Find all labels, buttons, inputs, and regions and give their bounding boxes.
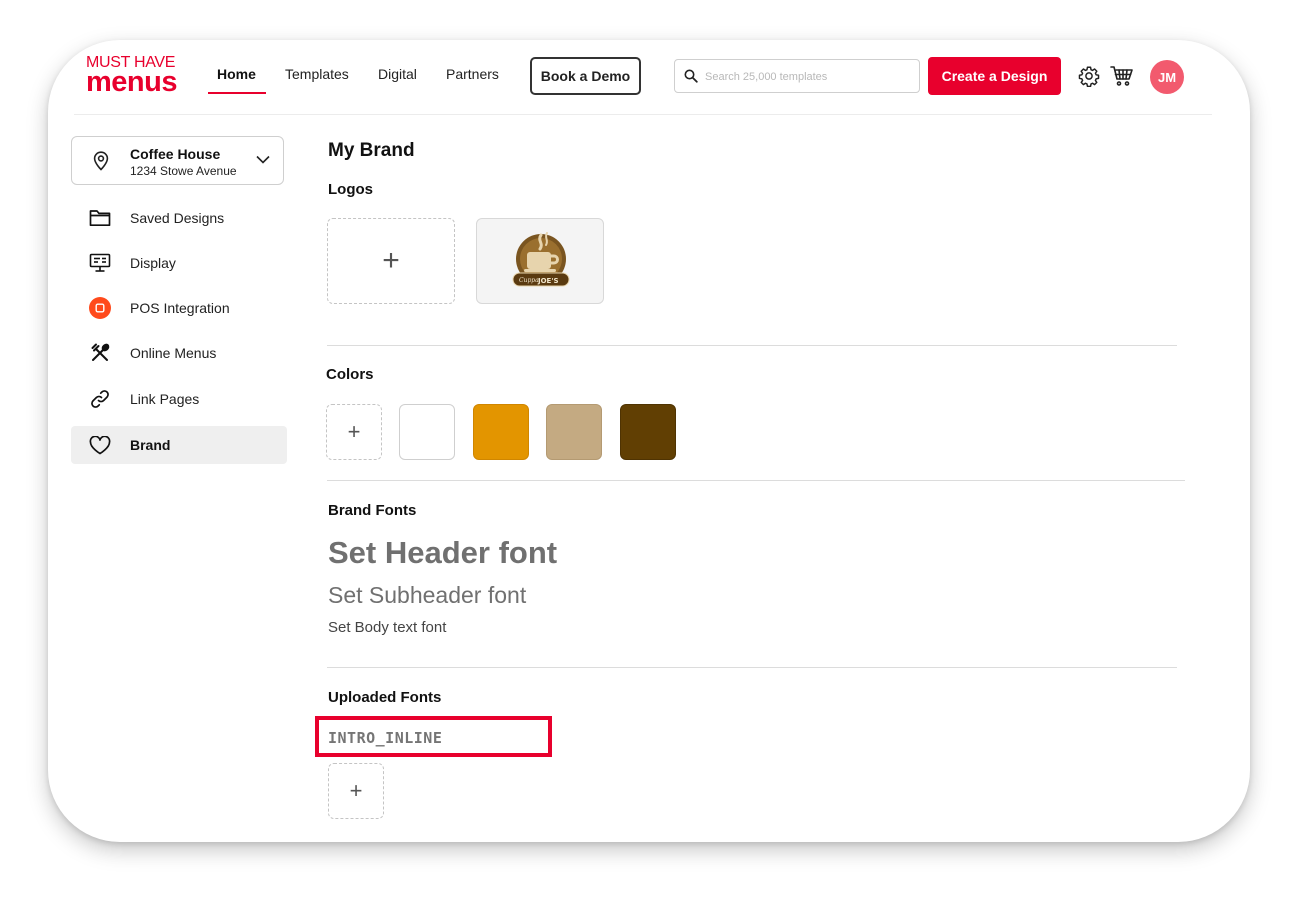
nav-home-active-indicator <box>208 92 266 94</box>
logos-heading: Logos <box>328 181 373 198</box>
location-address: 1234 Stowe Avenue <box>130 164 237 178</box>
logo-text-bottom: JOE'S <box>537 277 559 285</box>
cart-icon[interactable] <box>1110 64 1134 88</box>
chevron-down-icon <box>256 155 270 164</box>
colors-heading: Colors <box>326 366 374 383</box>
section-divider <box>327 667 1177 668</box>
sidebar-item-label: Display <box>130 255 176 271</box>
location-pin-icon <box>93 151 109 171</box>
must-have-menus-logo[interactable]: MUST HAVE menus <box>86 55 186 98</box>
sidebar-item-label: Link Pages <box>130 391 200 407</box>
sidebar-item-label: POS Integration <box>130 300 230 316</box>
sidebar-item-brand[interactable]: Brand <box>71 426 287 464</box>
section-divider <box>327 480 1185 481</box>
sidebar-item-label: Online Menus <box>130 345 217 361</box>
add-font-button[interactable]: + <box>328 763 384 819</box>
add-logo-button[interactable]: + <box>327 218 455 304</box>
sidebar-item-online-menus[interactable]: Online Menus <box>71 334 287 372</box>
add-color-button[interactable]: + <box>326 404 382 460</box>
sidebar-item-label: Saved Designs <box>130 210 225 226</box>
search-box <box>674 59 920 93</box>
sidebar-item-label: Brand <box>130 437 171 453</box>
nav-partners[interactable]: Partners <box>446 66 499 82</box>
sidebar-item-saved-designs[interactable]: Saved Designs <box>71 199 287 237</box>
search-input[interactable] <box>705 68 910 86</box>
link-icon <box>88 388 112 410</box>
app-window: MUST HAVE menus Home Templates Digital P… <box>48 40 1250 842</box>
topbar-divider <box>74 114 1212 115</box>
gear-icon[interactable] <box>1077 64 1101 88</box>
color-swatch-tan[interactable] <box>546 404 602 460</box>
body-font-selector[interactable]: Set Body text font <box>328 619 446 636</box>
uploaded-fonts-heading: Uploaded Fonts <box>328 689 442 706</box>
page-title: My Brand <box>328 140 415 161</box>
top-navigation-bar: MUST HAVE menus Home Templates Digital P… <box>48 40 1250 114</box>
location-name: Coffee House <box>130 146 221 162</box>
folder-icon <box>88 207 112 229</box>
logo-thumbnail[interactable]: Cuppa JOE'S <box>476 218 604 304</box>
nav-templates[interactable]: Templates <box>285 66 349 82</box>
color-swatch-orange[interactable] <box>473 404 529 460</box>
sidebar-item-pos-integration[interactable]: POS Integration <box>71 289 287 327</box>
subheader-font-selector[interactable]: Set Subheader font <box>328 582 526 609</box>
sidebar-item-display[interactable]: Display <box>71 244 287 282</box>
pos-icon <box>88 297 112 319</box>
color-swatch-brown[interactable] <box>620 404 676 460</box>
create-design-button[interactable]: Create a Design <box>928 57 1061 95</box>
logo-text-top: Cuppa <box>519 277 539 284</box>
nav-home[interactable]: Home <box>217 66 256 82</box>
monitor-icon <box>88 252 112 274</box>
utensils-icon <box>88 342 112 364</box>
cuppa-joes-logo-image: Cuppa JOE'S <box>512 232 570 287</box>
color-swatch-white[interactable] <box>399 404 455 460</box>
header-font-selector[interactable]: Set Header font <box>328 535 557 571</box>
book-demo-button[interactable]: Book a Demo <box>530 57 641 95</box>
brand-fonts-heading: Brand Fonts <box>328 502 417 519</box>
search-icon <box>684 69 698 83</box>
nav-digital[interactable]: Digital <box>378 66 417 82</box>
section-divider <box>327 345 1177 346</box>
logo-line-2: menus <box>86 66 177 98</box>
heart-icon <box>88 434 112 456</box>
user-avatar[interactable]: JM <box>1150 60 1184 94</box>
sidebar-item-link-pages[interactable]: Link Pages <box>71 380 287 418</box>
uploaded-font-item[interactable]: INTRO_INLINE <box>328 729 442 747</box>
location-selector[interactable]: Coffee House 1234 Stowe Avenue <box>71 136 284 185</box>
